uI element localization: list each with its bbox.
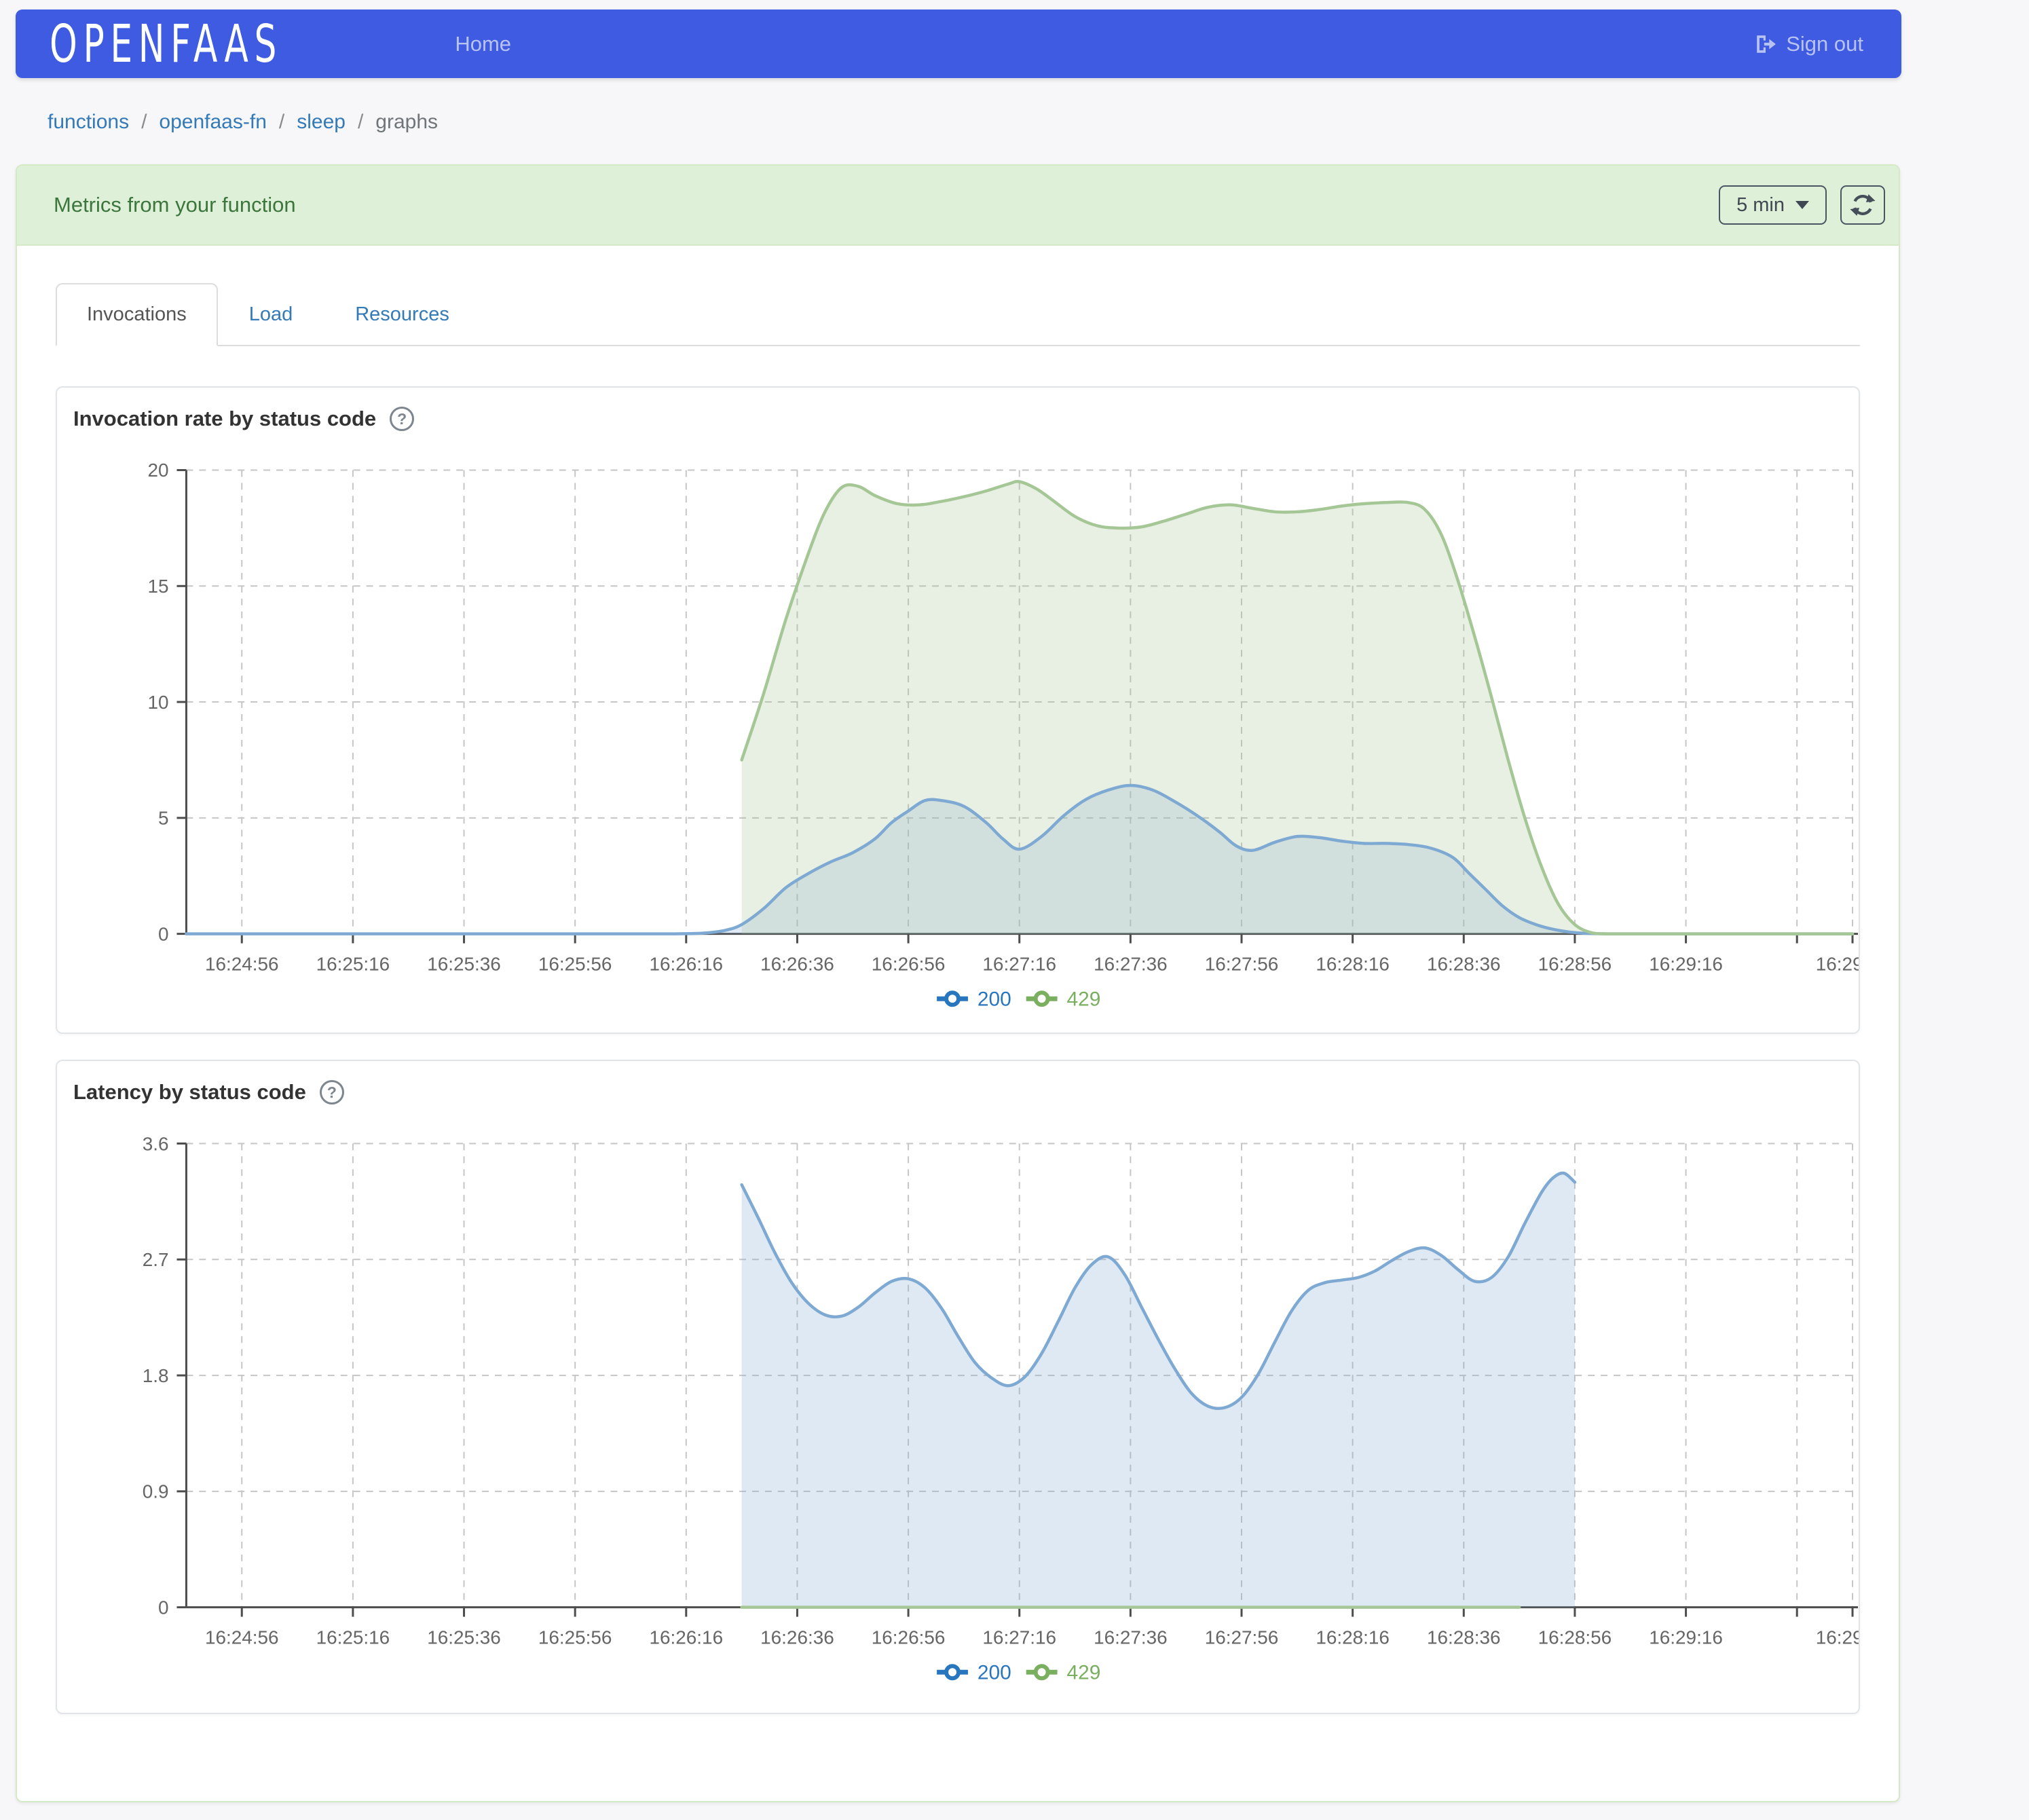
svg-text:16:24:56: 16:24:56 [205,1627,279,1648]
breadcrumb: functions / openfaas-fn / sleep / graphs [48,111,438,134]
svg-text:16:29:46: 16:29:46 [1816,953,1859,974]
openfaas-logo: OPENFAAS [50,14,282,74]
svg-text:15: 15 [147,576,168,597]
svg-text:3.6: 3.6 [143,1133,169,1154]
svg-text:16:29:16: 16:29:16 [1649,953,1723,974]
breadcrumb-separator: / [358,111,363,134]
tab-invocations[interactable]: Invocations [56,283,218,346]
refresh-button[interactable] [1840,185,1885,225]
svg-text:10: 10 [147,692,168,713]
svg-text:16:27:36: 16:27:36 [1094,1627,1168,1648]
latency-card: Latency by status code ? 0 0.9 1.8 2.7 3.6 16… [56,1060,1860,1714]
chart-tabs: Invocations Load Resources [56,283,1860,346]
svg-text:0: 0 [158,1597,169,1618]
invocation-rate-card: Invocation rate by status code ? 0 5 10 15 2… [56,386,1860,1034]
legend-item-200[interactable]: 200 [937,1662,1011,1684]
time-range-dropdown[interactable]: 5 min [1719,185,1827,225]
breadcrumb-namespace[interactable]: openfaas-fn [159,111,266,134]
svg-text:5: 5 [158,808,169,829]
svg-text:16:28:36: 16:28:36 [1427,1627,1501,1648]
latency-chart[interactable]: 0 0.9 1.8 2.7 3.6 16:24:56 16:25:16 16:25:36 16:… [57,1061,1859,1713]
help-icon[interactable]: ? [390,407,414,431]
svg-text:1.8: 1.8 [143,1365,169,1386]
svg-text:16:27:16: 16:27:16 [982,953,1056,974]
chevron-down-icon [1795,201,1809,209]
sign-out-icon [1755,33,1776,55]
breadcrumb-function[interactable]: sleep [297,111,346,134]
svg-text:2.7: 2.7 [143,1249,169,1270]
svg-text:20: 20 [147,460,168,481]
svg-text:16:29:46: 16:29:46 [1816,1627,1859,1648]
invocation-rate-chart[interactable]: 0 5 10 15 20 16:24:56 16:25:16 16:25:36 16:25:56… [57,388,1859,1033]
svg-text:16:27:36: 16:27:36 [1094,953,1168,974]
svg-text:0: 0 [158,923,169,944]
svg-text:16:28:56: 16:28:56 [1538,953,1612,974]
svg-text:16:29:16: 16:29:16 [1649,1627,1723,1648]
svg-text:16:26:16: 16:26:16 [650,953,724,974]
tab-resources[interactable]: Resources [324,283,481,346]
invocation-rate-title: Invocation rate by status code [73,407,376,431]
svg-text:429: 429 [1067,1662,1101,1684]
svg-text:200: 200 [978,1662,1011,1684]
time-range-label: 5 min [1736,194,1785,217]
svg-text:16:25:56: 16:25:56 [538,1627,612,1648]
breadcrumb-functions[interactable]: functions [48,111,129,134]
breadcrumb-separator: / [279,111,284,134]
svg-text:16:26:56: 16:26:56 [872,953,946,974]
refresh-icon [1850,192,1876,218]
latency-title: Latency by status code [73,1080,306,1104]
svg-text:429: 429 [1067,988,1101,1011]
metrics-panel-header: Metrics from your function 5 min [17,166,1899,246]
svg-text:16:26:16: 16:26:16 [650,1627,724,1648]
svg-text:16:25:56: 16:25:56 [538,953,612,974]
nav-home-link[interactable]: Home [455,32,511,56]
svg-text:16:25:16: 16:25:16 [316,953,390,974]
metrics-panel-title: Metrics from your function [54,193,296,217]
svg-text:16:28:56: 16:28:56 [1538,1627,1612,1648]
metrics-header-controls: 5 min [1719,185,1885,225]
sign-out-label: Sign out [1786,32,1863,56]
svg-text:16:27:56: 16:27:56 [1205,953,1279,974]
top-navbar: OPENFAAS Home Sign out [16,10,1901,78]
legend-item-200[interactable]: 200 [937,988,1011,1011]
svg-text:16:26:36: 16:26:36 [760,1627,834,1648]
svg-text:16:28:16: 16:28:16 [1316,953,1390,974]
svg-text:16:24:56: 16:24:56 [205,953,279,974]
svg-text:16:28:36: 16:28:36 [1427,953,1501,974]
svg-text:0.9: 0.9 [143,1481,169,1502]
breadcrumb-separator: / [141,111,147,134]
svg-text:16:27:56: 16:27:56 [1205,1627,1279,1648]
breadcrumb-current-page: graphs [375,111,438,134]
legend-item-429[interactable]: 429 [1026,988,1101,1011]
metrics-panel: Metrics from your function 5 min Invocat… [16,164,1900,1802]
svg-text:16:25:36: 16:25:36 [427,1627,501,1648]
legend-item-429[interactable]: 429 [1026,1662,1101,1684]
svg-text:16:26:56: 16:26:56 [872,1627,946,1648]
svg-text:16:25:16: 16:25:16 [316,1627,390,1648]
sign-out-link[interactable]: Sign out [1755,32,1863,56]
tab-load[interactable]: Load [218,283,324,346]
svg-text:16:25:36: 16:25:36 [427,953,501,974]
svg-text:16:26:36: 16:26:36 [760,953,834,974]
svg-text:16:28:16: 16:28:16 [1316,1627,1390,1648]
svg-text:16:27:16: 16:27:16 [982,1627,1056,1648]
svg-text:200: 200 [978,988,1011,1011]
help-icon[interactable]: ? [320,1080,344,1104]
